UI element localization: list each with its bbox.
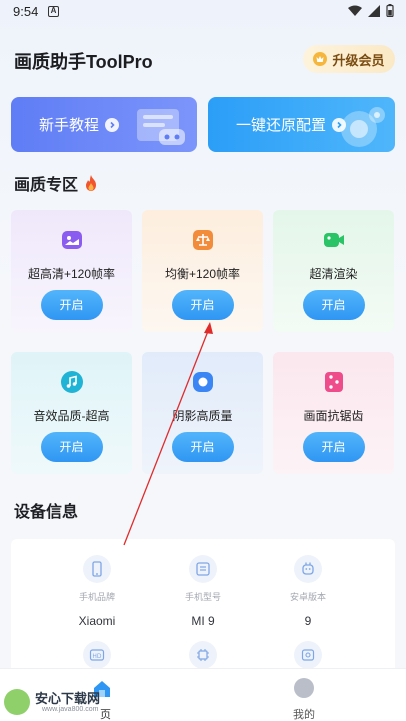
- image-icon: [61, 231, 82, 249]
- android-icon: [302, 562, 314, 575]
- quality-section-title-text: 画质专区: [14, 177, 79, 194]
- hd-icon: HD: [89, 649, 105, 661]
- video-camera-icon: [323, 233, 344, 247]
- card-icon: [196, 562, 210, 576]
- resolution-item: HD: [83, 641, 111, 669]
- watermark: 安心下载网 www.java800.com: [2, 685, 112, 719]
- device-model-item: 手机型号 MI 9: [163, 555, 243, 628]
- card-audio-ultra: 音效品质-超高 开启: [11, 352, 132, 474]
- card-label: 阴影高质量: [172, 409, 233, 423]
- music-note-icon: [60, 371, 83, 393]
- enable-button[interactable]: 开启: [302, 432, 365, 462]
- status-icons: [348, 4, 394, 17]
- card-label: 音效品质-超高: [33, 409, 110, 423]
- crown-icon: [313, 52, 328, 66]
- android-version-value: 9: [304, 614, 312, 628]
- chip-icon: [197, 649, 209, 661]
- upgrade-vip-button[interactable]: 升级会员: [303, 45, 395, 73]
- card-balanced-120fps: 均衡+120帧率 开启: [142, 210, 263, 332]
- tutorial-banner-label: 新手教程: [39, 117, 100, 134]
- gear-illustration-icon: [341, 107, 385, 147]
- storage-item: [294, 641, 322, 669]
- card-label: 均衡+120帧率: [164, 267, 241, 281]
- device-brand-item: 手机品牌 Xiaomi: [57, 555, 137, 628]
- battery-icon: [386, 4, 394, 17]
- profile-icon[interactable]: [294, 678, 314, 698]
- chip-item: [189, 641, 217, 669]
- card-ultra-hd-120fps: 超高清+120帧率 开启: [11, 210, 132, 332]
- card-antialiasing: 画面抗锯齿 开启: [273, 352, 394, 474]
- shadow-icon: [192, 372, 213, 392]
- device-info-panel: 手机品牌 Xiaomi 手机型号 MI 9 安卓版本 9 HD: [11, 539, 395, 679]
- svg-text:HD: HD: [92, 653, 102, 660]
- enable-button[interactable]: 开启: [302, 290, 365, 320]
- status-bar: 9:54 A: [0, 0, 406, 24]
- watermark-url: www.java800.com: [42, 706, 99, 713]
- card-label: 画面抗锯齿: [303, 409, 364, 423]
- status-time: 9:54: [13, 4, 39, 19]
- android-version-item: 安卓版本 9: [268, 555, 348, 628]
- device-section-title: 设备信息: [14, 504, 79, 521]
- card-label: 超高清+120帧率: [27, 267, 116, 281]
- enable-button[interactable]: 开启: [40, 432, 103, 462]
- enable-button[interactable]: 开启: [40, 290, 103, 320]
- dice-icon: [324, 372, 343, 392]
- card-ultra-render: 超清渲染 开启: [273, 210, 394, 332]
- upgrade-vip-label: 升级会员: [332, 52, 385, 68]
- scale-icon: [192, 230, 213, 250]
- nav-me-label[interactable]: 我的: [293, 706, 315, 721]
- signal-icon: [368, 4, 380, 17]
- wifi-icon: [348, 5, 362, 16]
- device-brand-label: 手机品牌: [78, 592, 115, 602]
- notification-icon: A: [48, 6, 59, 17]
- fire-icon: [86, 175, 97, 191]
- phone-icon: [92, 561, 102, 577]
- enable-button[interactable]: 开启: [171, 290, 234, 320]
- device-model-label: 手机型号: [184, 592, 221, 602]
- restore-config-banner-label: 一键还原配置: [236, 117, 327, 134]
- watermark-text: 安心下载网: [35, 691, 101, 706]
- enable-button[interactable]: 开启: [171, 432, 234, 462]
- card-shadow-quality: 阴影高质量 开启: [142, 352, 263, 474]
- quality-section-title: 画质专区: [14, 171, 99, 195]
- restore-config-banner[interactable]: 一键还原配置: [208, 97, 395, 152]
- card-label: 超清渲染: [309, 267, 358, 281]
- watermark-logo-icon: [4, 689, 30, 715]
- tutorial-illustration-icon: [137, 109, 185, 145]
- device-model-value: MI 9: [191, 614, 215, 628]
- android-version-label: 安卓版本: [289, 592, 326, 602]
- tutorial-banner[interactable]: 新手教程: [11, 97, 197, 152]
- device-brand-value: Xiaomi: [78, 614, 116, 628]
- storage-icon: [301, 649, 315, 661]
- arrow-right-icon: [105, 117, 120, 132]
- app-title: 画质助手ToolPro: [14, 52, 153, 72]
